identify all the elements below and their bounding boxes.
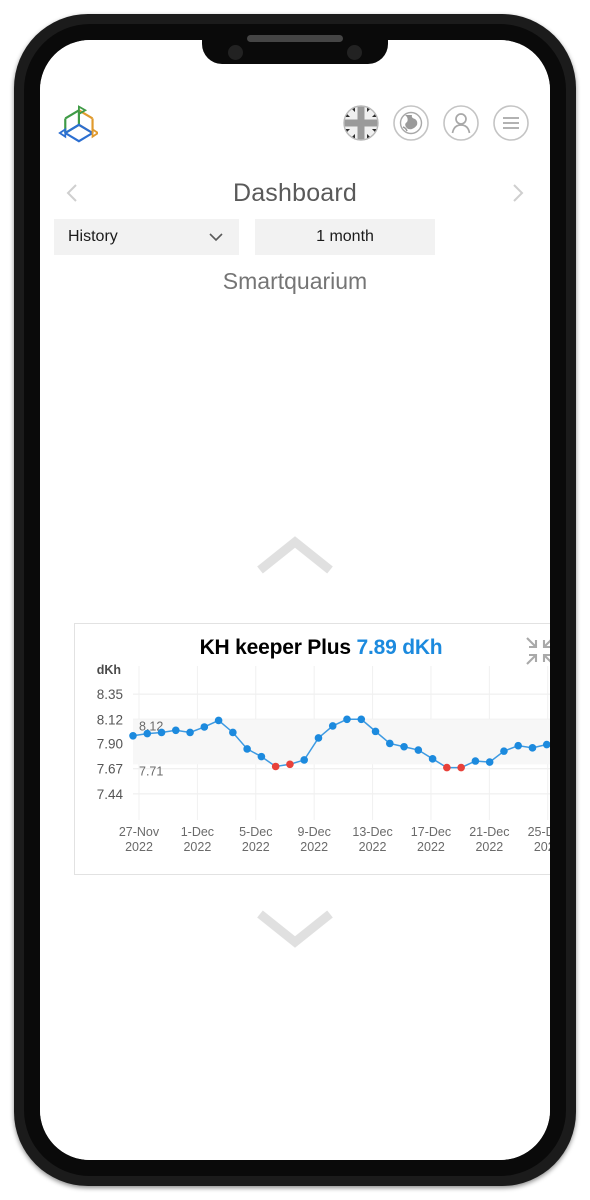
history-dropdown[interactable]: History <box>54 219 239 255</box>
chart-point[interactable] <box>143 729 152 738</box>
scroll-down-chevron-icon[interactable] <box>252 902 338 952</box>
phone-notch <box>202 28 388 64</box>
chart-point-alarm[interactable] <box>443 763 451 772</box>
chart-point[interactable] <box>243 745 251 753</box>
x-axis-tick-labels: 27-Nov20221-Dec20225-Dec20229-Dec202213-… <box>119 825 550 854</box>
notch-camera <box>347 45 362 60</box>
chart-card: KH keeper Plus 7.89 dKh dKh 8.35 8.12 7.… <box>74 623 550 875</box>
svg-text:27-Nov: 27-Nov <box>119 825 160 839</box>
chevron-down-icon <box>209 233 223 242</box>
y-axis-unit-label: dKh <box>97 663 121 677</box>
controls-row: History 1 month <box>40 218 550 256</box>
chart-point[interactable] <box>300 756 308 764</box>
cube-logo[interactable] <box>58 102 98 144</box>
chart-plot[interactable]: dKh 8.358.127.907.677.44 27-Nov20221-Dec… <box>75 660 550 874</box>
phone-screen: Dashboard History 1 month Smartquarium K… <box>40 40 550 1160</box>
notch-speaker <box>247 35 343 42</box>
chart-point[interactable] <box>514 741 522 750</box>
chart-normal-band <box>133 719 550 765</box>
chart-point[interactable] <box>200 723 209 731</box>
chart-point[interactable] <box>371 727 380 736</box>
chart-point[interactable] <box>172 726 180 735</box>
svg-text:2022: 2022 <box>475 840 503 854</box>
svg-text:7.67: 7.67 <box>97 762 123 777</box>
svg-text:2022: 2022 <box>534 840 550 854</box>
svg-text:9-Dec: 9-Dec <box>298 825 331 839</box>
svg-text:7.44: 7.44 <box>97 787 124 802</box>
chart-point[interactable] <box>186 728 194 737</box>
svg-text:8.12: 8.12 <box>97 712 123 727</box>
svg-text:5-Dec: 5-Dec <box>239 825 272 839</box>
chart-point[interactable] <box>357 715 366 724</box>
svg-text:21-Dec: 21-Dec <box>469 825 509 839</box>
header-icon-group <box>340 102 532 144</box>
chart-point[interactable] <box>314 734 323 742</box>
uk-flag-icon[interactable] <box>340 102 382 144</box>
chart-point[interactable] <box>471 757 480 765</box>
chart-point[interactable] <box>528 744 537 752</box>
chart-point[interactable] <box>157 728 166 737</box>
time-range-label: 1 month <box>316 228 374 245</box>
svg-text:13-Dec: 13-Dec <box>352 825 392 839</box>
chart-point-alarm[interactable] <box>271 762 280 771</box>
chart-point-alarm[interactable] <box>457 763 465 772</box>
chart-point[interactable] <box>386 739 394 748</box>
svg-text:2022: 2022 <box>300 840 328 854</box>
chart-point[interactable] <box>129 731 137 740</box>
globe-icon[interactable] <box>390 102 432 144</box>
chart-point-alarm[interactable] <box>286 760 294 769</box>
svg-text:25-Dec: 25-Dec <box>528 825 550 839</box>
chart-point[interactable] <box>214 716 223 725</box>
svg-text:2022: 2022 <box>242 840 270 854</box>
app-viewport: Dashboard History 1 month Smartquarium K… <box>40 40 550 1160</box>
page-nav-row: Dashboard <box>40 173 550 213</box>
svg-text:7.71: 7.71 <box>139 764 163 778</box>
svg-text:2022: 2022 <box>417 840 445 854</box>
user-icon[interactable] <box>440 102 482 144</box>
chart-point[interactable] <box>257 752 266 761</box>
svg-text:2022: 2022 <box>125 840 153 854</box>
chart-point[interactable] <box>400 742 408 751</box>
next-page-chevron-icon[interactable] <box>504 180 530 206</box>
svg-text:8.35: 8.35 <box>97 687 123 702</box>
chart-point[interactable] <box>328 722 337 730</box>
history-dropdown-label: History <box>68 228 118 245</box>
chart-title-main: KH keeper Plus <box>199 636 351 659</box>
chart-point[interactable] <box>229 728 237 737</box>
chart-card-header: KH keeper Plus 7.89 dKh <box>75 624 550 665</box>
device-name: Smartquarium <box>222 268 368 294</box>
chart-point[interactable] <box>500 747 508 755</box>
chart-point[interactable] <box>428 755 437 763</box>
svg-text:1-Dec: 1-Dec <box>181 825 214 839</box>
chart-title: KH keeper Plus 7.89 dKh <box>75 636 550 660</box>
svg-text:7.90: 7.90 <box>97 736 123 751</box>
chart-point[interactable] <box>414 746 423 754</box>
chart-point[interactable] <box>343 715 351 724</box>
svg-text:17-Dec: 17-Dec <box>411 825 451 839</box>
chart-current-value: 7.89 dKh <box>356 636 443 659</box>
phone-frame: Dashboard History 1 month Smartquarium K… <box>14 14 576 1186</box>
time-range-button[interactable]: 1 month <box>255 219 435 255</box>
page-title: Dashboard <box>232 178 358 207</box>
chart-point[interactable] <box>485 758 494 766</box>
notch-sensor <box>228 45 243 60</box>
y-axis-tick-labels: 8.35 8.12 7.90 7.67 7.44 <box>97 687 124 802</box>
svg-text:2022: 2022 <box>359 840 387 854</box>
scroll-up-chevron-icon[interactable] <box>252 532 338 582</box>
svg-text:2022: 2022 <box>183 840 211 854</box>
app-header <box>40 96 550 150</box>
prev-page-chevron-icon[interactable] <box>60 180 86 206</box>
hamburger-menu-icon[interactable] <box>490 102 532 144</box>
